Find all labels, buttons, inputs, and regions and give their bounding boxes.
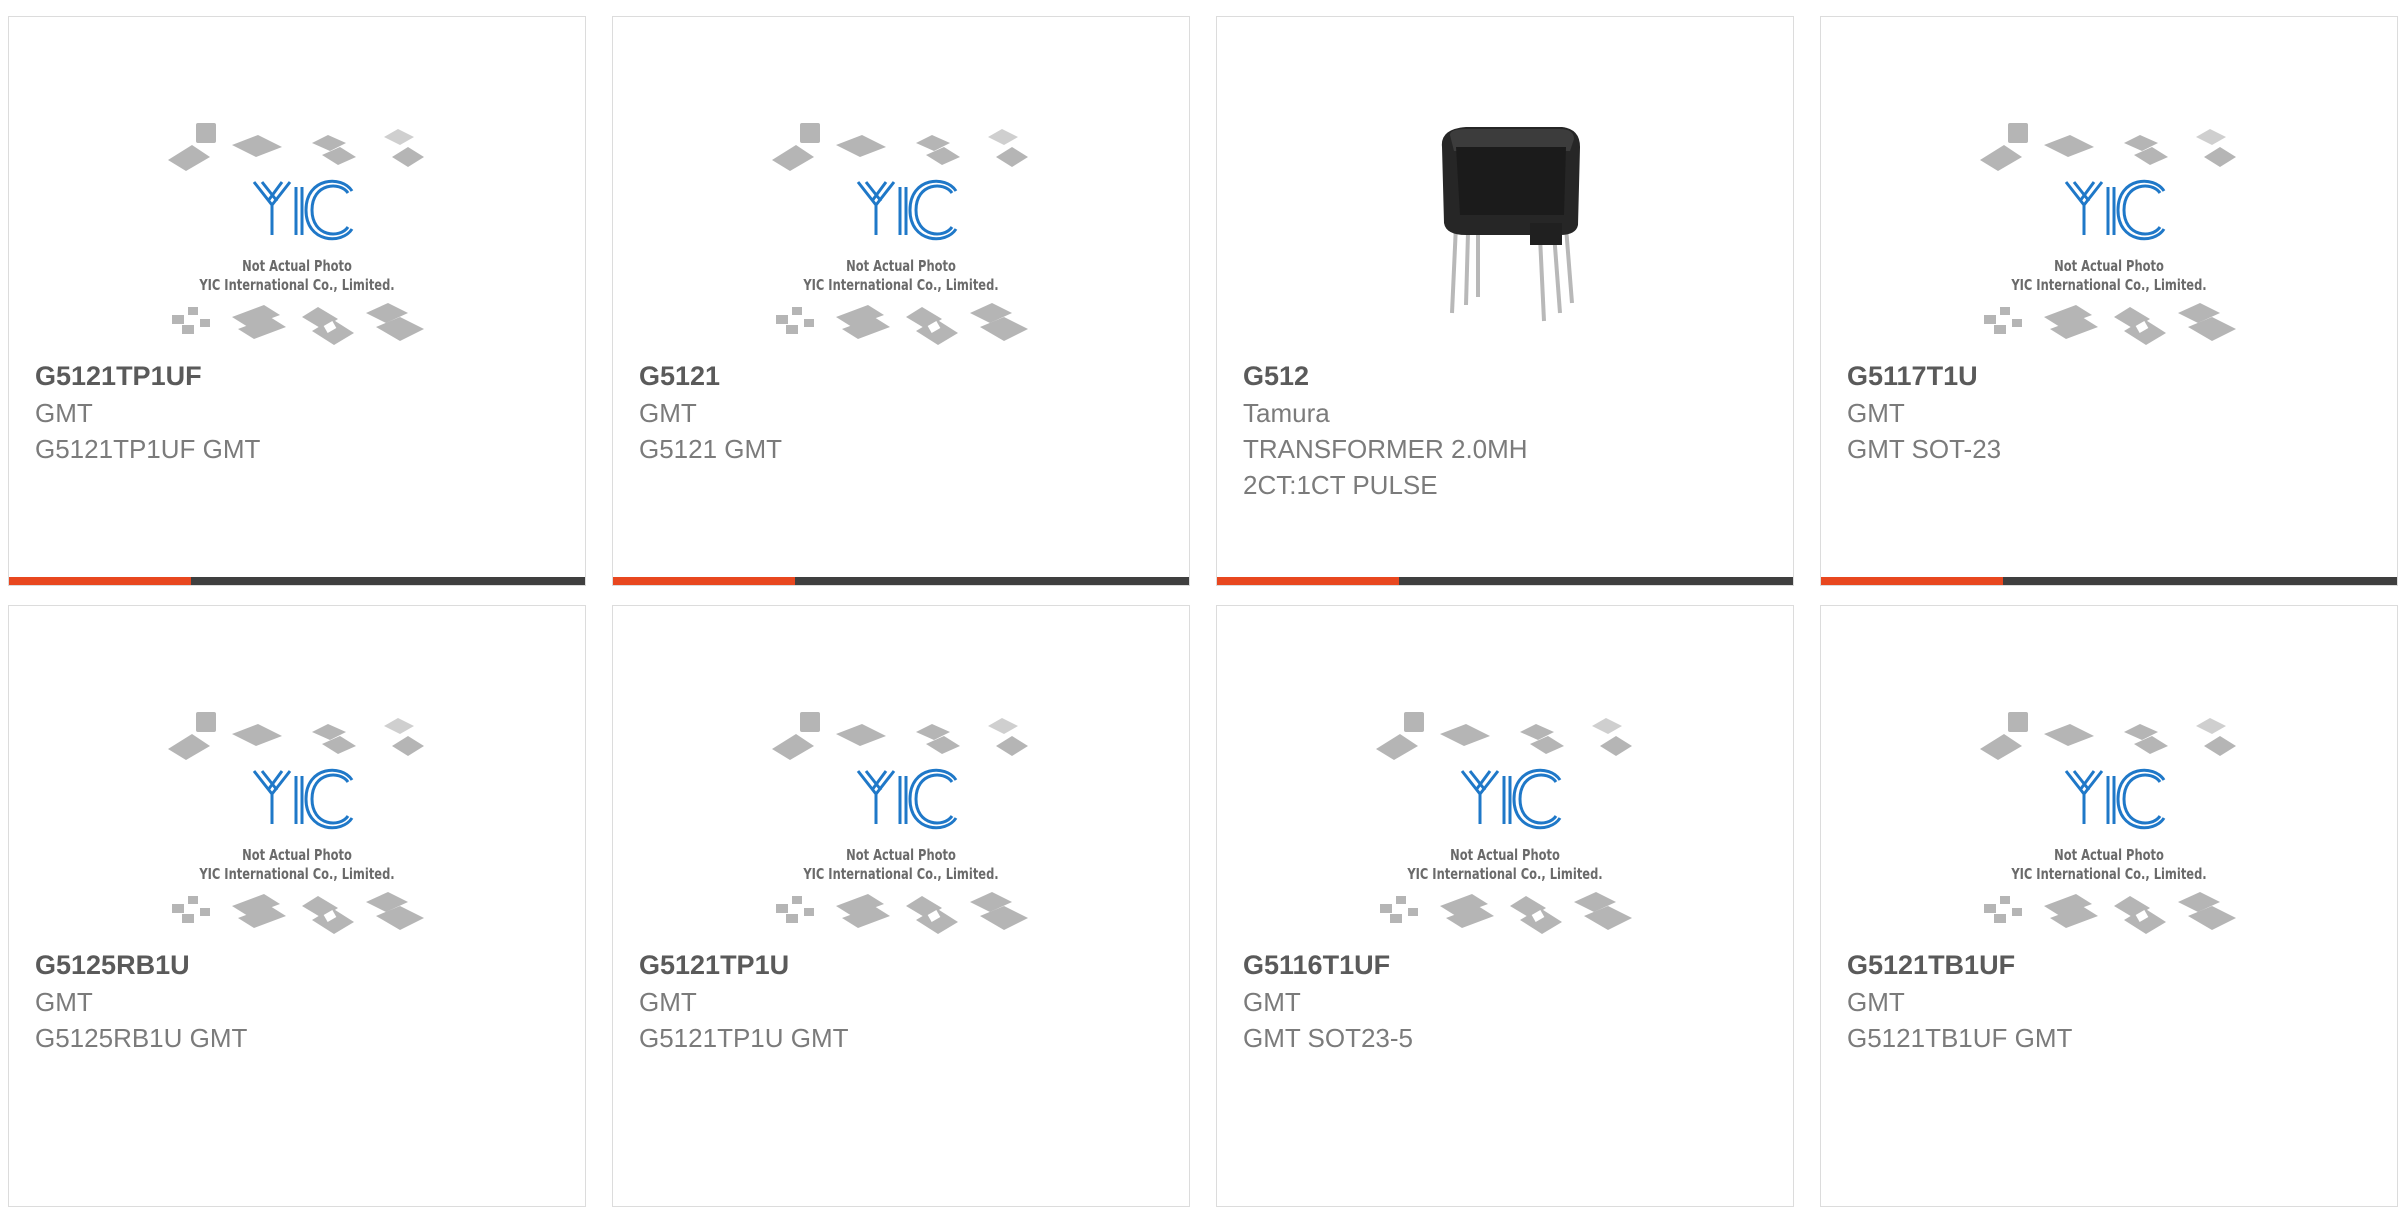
manufacturer: GMT bbox=[35, 398, 93, 428]
chip-collage-icon bbox=[1376, 712, 1632, 934]
product-card-g5125rb1u[interactable]: Not Actual Photo YIC International Co., … bbox=[8, 605, 586, 1207]
card-bottom-bar bbox=[1821, 577, 2397, 585]
product-info: G5121 GMT G5121 GMT bbox=[639, 357, 1169, 467]
placeholder-caption-line1: Not Actual Photo bbox=[846, 257, 956, 275]
product-card-g5121tp1uf[interactable]: Not Actual Photo YIC International Co., … bbox=[8, 16, 586, 586]
manufacturer: Tamura bbox=[1243, 398, 1330, 428]
placeholder-caption-line1: Not Actual Photo bbox=[1450, 846, 1560, 864]
product-card-g5116t1uf[interactable]: Not Actual Photo YIC International Co., … bbox=[1216, 605, 1794, 1207]
part-number-link[interactable]: G5121 bbox=[639, 357, 1169, 395]
chip-collage-icon bbox=[168, 712, 424, 934]
placeholder-caption-line1: Not Actual Photo bbox=[242, 257, 352, 275]
product-description: G5121TB1UF GMT bbox=[1847, 1023, 2073, 1053]
part-number-link[interactable]: G5121TB1UF bbox=[1847, 946, 2377, 984]
not-actual-photo-placeholder: Not Actual Photo YIC International Co., … bbox=[1974, 97, 2244, 367]
placeholder-caption-line1: Not Actual Photo bbox=[846, 846, 956, 864]
manufacturer: GMT bbox=[35, 987, 93, 1017]
part-number-link[interactable]: G5117T1U bbox=[1847, 357, 2377, 395]
placeholder-caption-line2: YIC International Co., Limited. bbox=[199, 276, 395, 294]
not-actual-photo-placeholder: Not Actual Photo YIC International Co., … bbox=[1370, 686, 1640, 956]
accent-bar bbox=[613, 577, 795, 585]
product-info: G5121TP1UF GMT G5121TP1UF GMT bbox=[35, 357, 565, 467]
product-image[interactable]: Not Actual Photo YIC International Co., … bbox=[1821, 97, 2397, 367]
product-card-g5121tp1u[interactable]: Not Actual Photo YIC International Co., … bbox=[612, 605, 1190, 1207]
product-card-g5121tb1uf[interactable]: Not Actual Photo YIC International Co., … bbox=[1820, 605, 2398, 1207]
chip-collage-icon bbox=[772, 712, 1028, 934]
product-grid-row-2: Not Actual Photo YIC International Co., … bbox=[8, 605, 2398, 1207]
chip-collage-icon bbox=[1980, 712, 2236, 934]
placeholder-caption-line1: Not Actual Photo bbox=[242, 846, 352, 864]
not-actual-photo-placeholder: Not Actual Photo YIC International Co., … bbox=[162, 686, 432, 956]
placeholder-caption-line1: Not Actual Photo bbox=[2054, 257, 2164, 275]
placeholder-caption-line2: YIC International Co., Limited. bbox=[803, 276, 999, 294]
card-bottom-bar bbox=[9, 577, 585, 585]
product-card-g5121[interactable]: Not Actual Photo YIC International Co., … bbox=[612, 16, 1190, 586]
not-actual-photo-placeholder: Not Actual Photo YIC International Co., … bbox=[1974, 686, 2244, 956]
manufacturer: GMT bbox=[639, 987, 697, 1017]
product-card-g512[interactable]: G512 Tamura TRANSFORMER 2.0MH 2CT:1CT PU… bbox=[1216, 16, 1794, 586]
product-description: GMT SOT-23 bbox=[1847, 434, 2002, 464]
product-image[interactable]: Not Actual Photo YIC International Co., … bbox=[1821, 686, 2397, 956]
not-actual-photo-placeholder: Not Actual Photo YIC International Co., … bbox=[766, 97, 1036, 367]
not-actual-photo-placeholder: Not Actual Photo YIC International Co., … bbox=[766, 686, 1036, 956]
placeholder-caption-line2: YIC International Co., Limited. bbox=[2011, 276, 2207, 294]
card-bottom-bar bbox=[613, 577, 1189, 585]
manufacturer: GMT bbox=[1847, 987, 1905, 1017]
product-info: G5125RB1U GMT G5125RB1U GMT bbox=[35, 946, 565, 1056]
product-image[interactable]: Not Actual Photo YIC International Co., … bbox=[9, 97, 585, 367]
product-description: GMT SOT23-5 bbox=[1243, 1023, 1414, 1053]
placeholder-caption-line1: Not Actual Photo bbox=[2054, 846, 2164, 864]
manufacturer: GMT bbox=[639, 398, 697, 428]
part-number-link[interactable]: G512 bbox=[1243, 357, 1773, 395]
placeholder-caption-line2: YIC International Co., Limited. bbox=[803, 865, 999, 883]
accent-bar bbox=[9, 577, 191, 585]
product-info: G512 Tamura TRANSFORMER 2.0MH 2CT:1CT PU… bbox=[1243, 357, 1773, 503]
product-info: G5121TP1U GMT G5121TP1U GMT bbox=[639, 946, 1169, 1056]
product-image[interactable]: Not Actual Photo YIC International Co., … bbox=[613, 97, 1189, 367]
product-description: TRANSFORMER 2.0MH 2CT:1CT PULSE bbox=[1243, 434, 1528, 500]
product-info: G5117T1U GMT GMT SOT-23 bbox=[1847, 357, 2377, 467]
manufacturer: GMT bbox=[1847, 398, 1905, 428]
product-image[interactable]: Not Actual Photo YIC International Co., … bbox=[9, 686, 585, 956]
part-number-link[interactable]: G5116T1UF bbox=[1243, 946, 1773, 984]
product-description: G5125RB1U GMT bbox=[35, 1023, 248, 1053]
product-info: G5116T1UF GMT GMT SOT23-5 bbox=[1243, 946, 1773, 1056]
product-image[interactable] bbox=[1217, 87, 1793, 357]
chip-collage-icon bbox=[1980, 123, 2236, 345]
product-description: G5121TP1UF GMT bbox=[35, 434, 261, 464]
chip-collage-icon bbox=[168, 123, 424, 345]
part-number-link[interactable]: G5121TP1UF bbox=[35, 357, 565, 395]
product-card-g5117t1u[interactable]: Not Actual Photo YIC International Co., … bbox=[1820, 16, 2398, 586]
card-bottom-bar bbox=[1217, 577, 1793, 585]
part-number-link[interactable]: G5121TP1U bbox=[639, 946, 1169, 984]
product-description: G5121 GMT bbox=[639, 434, 783, 464]
placeholder-caption-line2: YIC International Co., Limited. bbox=[2011, 865, 2207, 883]
product-description: G5121TP1U GMT bbox=[639, 1023, 849, 1053]
accent-bar bbox=[1217, 577, 1399, 585]
transformer-photo bbox=[1441, 127, 1580, 322]
placeholder-caption-line2: YIC International Co., Limited. bbox=[199, 865, 395, 883]
product-grid: Not Actual Photo YIC International Co., … bbox=[8, 16, 2398, 586]
not-actual-photo-placeholder: Not Actual Photo YIC International Co., … bbox=[162, 97, 432, 367]
part-number-link[interactable]: G5125RB1U bbox=[35, 946, 565, 984]
product-info: G5121TB1UF GMT G5121TB1UF GMT bbox=[1847, 946, 2377, 1056]
product-image[interactable]: Not Actual Photo YIC International Co., … bbox=[613, 686, 1189, 956]
manufacturer: GMT bbox=[1243, 987, 1301, 1017]
product-image[interactable]: Not Actual Photo YIC International Co., … bbox=[1217, 686, 1793, 956]
chip-collage-icon bbox=[772, 123, 1028, 345]
accent-bar bbox=[1821, 577, 2003, 585]
placeholder-caption-line2: YIC International Co., Limited. bbox=[1407, 865, 1603, 883]
